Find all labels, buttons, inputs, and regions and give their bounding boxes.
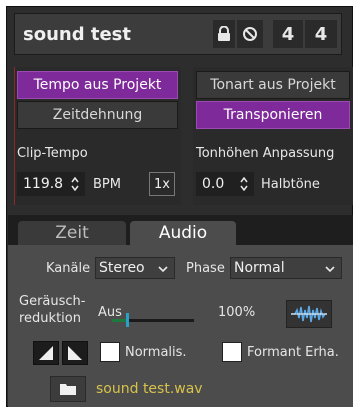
semitones-label: Halbtöne bbox=[261, 177, 320, 192]
time-signature-denominator[interactable]: 4 bbox=[305, 20, 337, 48]
speed-multiplier-button[interactable]: 1x bbox=[149, 172, 175, 196]
waveform-icon bbox=[291, 305, 327, 323]
tab-zeit[interactable]: Zeit bbox=[18, 221, 126, 245]
fade-in-icon bbox=[39, 346, 53, 360]
fade-out-icon bbox=[68, 346, 82, 360]
tab-audio[interactable]: Audio bbox=[130, 221, 236, 245]
folder-icon bbox=[60, 384, 76, 395]
time-signature-numerator[interactable]: 4 bbox=[273, 20, 303, 48]
clip-name[interactable]: sound test bbox=[23, 24, 131, 45]
lock-icon bbox=[218, 26, 230, 41]
denoise-label-line2: reduktion bbox=[19, 311, 81, 326]
tab-bar: Zeit Audio bbox=[8, 215, 353, 245]
tempo-section: Tempo aus Projekt Zeitdehnung Clip-Tempo… bbox=[14, 67, 181, 205]
normalize-label: Normalis. bbox=[125, 345, 187, 360]
channels-select[interactable]: Stereo bbox=[95, 257, 175, 279]
bpm-label: BPM bbox=[93, 177, 121, 192]
tempo-from-project-button[interactable]: Tempo aus Projekt bbox=[17, 71, 178, 99]
formant-label: Formant Erha. bbox=[247, 345, 339, 360]
lock-button[interactable] bbox=[213, 20, 235, 48]
phase-select[interactable]: Normal bbox=[230, 257, 342, 279]
time-stretch-button[interactable]: Zeitdehnung bbox=[17, 101, 178, 129]
fade-in-button[interactable] bbox=[33, 341, 59, 365]
deactivate-icon bbox=[243, 27, 257, 41]
slider-fill bbox=[112, 319, 126, 322]
channels-label: Kanäle bbox=[46, 261, 91, 276]
denoise-slider[interactable] bbox=[112, 313, 194, 327]
formant-checkbox[interactable] bbox=[222, 342, 242, 362]
stepper-icon bbox=[71, 177, 79, 191]
clip-tempo-value: 119.8 bbox=[23, 176, 64, 192]
pitch-adjust-label: Tonhöhen Anpassung bbox=[196, 146, 335, 161]
key-from-project-button[interactable]: Tonart aus Projekt bbox=[196, 71, 350, 99]
denoise-label-line1: Geräusch- bbox=[19, 294, 86, 309]
chevron-down-icon bbox=[325, 266, 335, 273]
phase-value: Normal bbox=[234, 260, 285, 276]
stepper-icon bbox=[240, 177, 248, 191]
slider-thumb bbox=[126, 313, 129, 327]
chevron-down-icon bbox=[158, 266, 168, 273]
semitones-field[interactable]: 0.0 bbox=[196, 172, 254, 196]
sample-file-name[interactable]: sound test.wav bbox=[96, 381, 203, 397]
waveform-button[interactable] bbox=[286, 300, 332, 328]
deactivate-button[interactable] bbox=[237, 20, 263, 48]
fade-out-button[interactable] bbox=[62, 341, 88, 365]
clip-tempo-label: Clip-Tempo bbox=[17, 146, 88, 161]
clip-tempo-field[interactable]: 119.8 bbox=[17, 172, 85, 196]
normalize-checkbox[interactable] bbox=[100, 342, 120, 362]
transpose-button[interactable]: Transponieren bbox=[196, 101, 350, 129]
clip-header: sound test 4 4 bbox=[14, 13, 342, 55]
channels-value: Stereo bbox=[99, 260, 145, 276]
pitch-section: Tonart aus Projekt Transponieren Tonhöhe… bbox=[193, 67, 353, 205]
browse-file-button[interactable] bbox=[50, 376, 86, 402]
phase-label: Phase bbox=[186, 261, 225, 276]
semitones-value: 0.0 bbox=[202, 176, 225, 192]
denoise-max-label: 100% bbox=[218, 305, 256, 320]
